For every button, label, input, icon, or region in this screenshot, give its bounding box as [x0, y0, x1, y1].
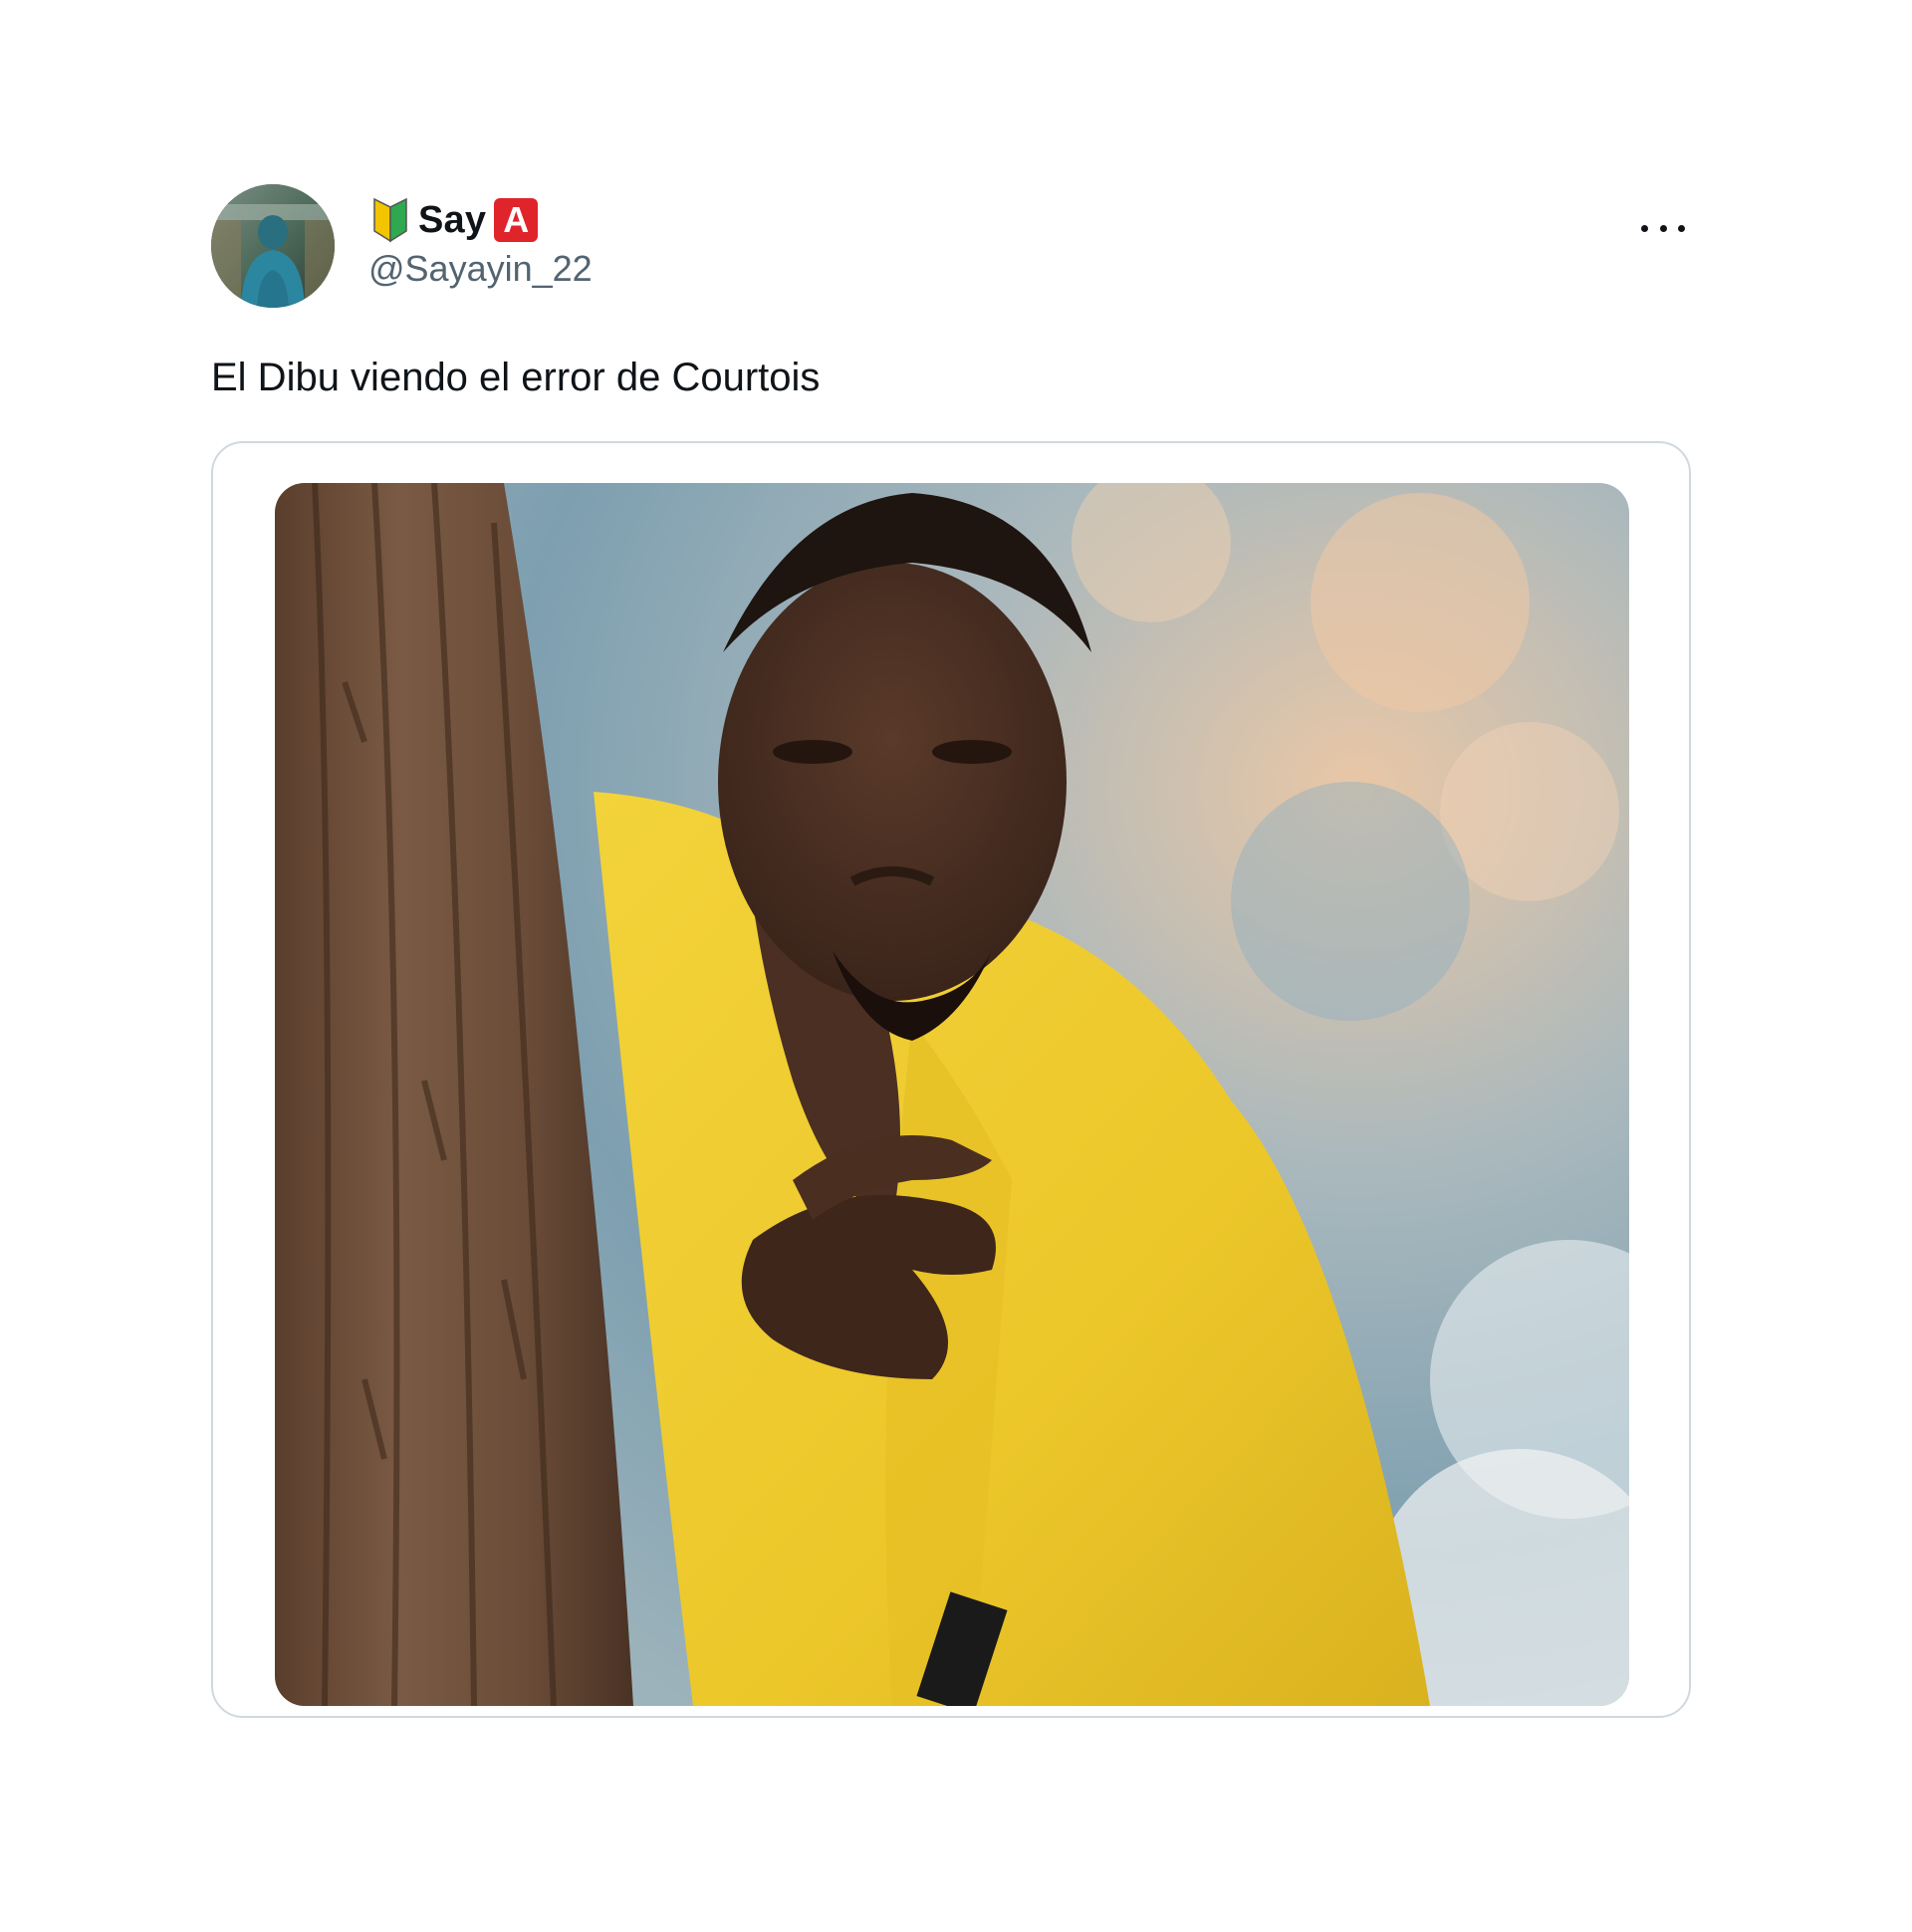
author-name-row[interactable]: Say A [370, 196, 539, 244]
tweet-photo[interactable] [275, 483, 1629, 1706]
more-horizontal-icon[interactable] [1641, 216, 1685, 240]
tweet[interactable]: Say A @Sayayin_22 El Dibu viendo el erro… [211, 184, 1695, 1728]
more-dot [1641, 224, 1648, 232]
media-card[interactable] [211, 441, 1691, 1718]
avatar[interactable] [211, 184, 335, 308]
tweet-text: El Dibu viendo el error de Courtois [211, 356, 821, 399]
display-name[interactable]: Say [418, 199, 486, 242]
name-badge: A [494, 198, 539, 242]
beginner-leaf-icon [370, 197, 410, 243]
user-handle[interactable]: @Sayayin_22 [368, 248, 593, 290]
more-dot [1678, 224, 1685, 232]
more-dot [1659, 224, 1667, 232]
